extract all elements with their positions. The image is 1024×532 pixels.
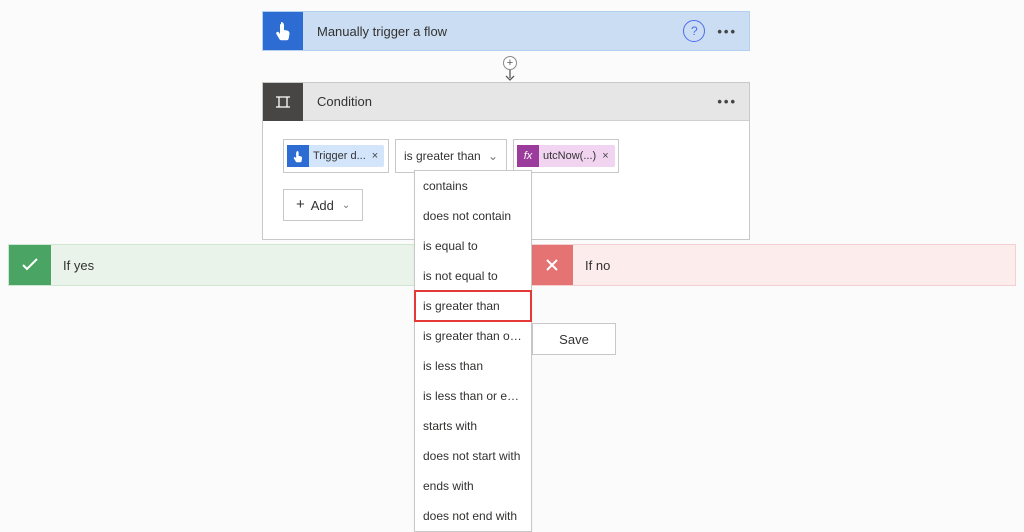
remove-token-icon[interactable]: × [600, 150, 608, 162]
operator-option[interactable]: is less than or equal to [415, 381, 531, 411]
remove-token-icon[interactable]: × [370, 150, 378, 162]
token-trigger-date[interactable]: Trigger d... × [287, 145, 384, 167]
operator-option[interactable]: is greater than or equal to [415, 321, 531, 351]
operator-option[interactable]: starts with [415, 411, 531, 441]
chevron-down-icon: ⌄ [342, 200, 350, 211]
save-button[interactable]: Save [532, 323, 616, 355]
add-condition-button[interactable]: + Add ⌄ [283, 189, 363, 221]
branch-no-label: If no [585, 258, 610, 273]
operator-option[interactable]: ends with [415, 471, 531, 501]
operator-dropdown-list[interactable]: containsdoes not containis equal tois no… [414, 170, 532, 532]
check-icon [9, 245, 51, 285]
condition-header[interactable]: Condition ••• [263, 83, 749, 121]
condition-operator-select[interactable]: is greater than ⌄ [395, 139, 507, 173]
condition-icon [263, 83, 303, 121]
token-utcnow[interactable]: fx utcNow(...) × [517, 145, 615, 167]
operator-option[interactable]: is equal to [415, 231, 531, 261]
add-step-icon[interactable]: + [503, 56, 517, 70]
add-button-label: Add [311, 198, 334, 213]
fx-icon: fx [517, 145, 539, 167]
operator-selected-label: is greater than [404, 149, 481, 163]
cross-icon [531, 245, 573, 285]
save-button-label: Save [559, 332, 589, 347]
touch-icon [287, 145, 309, 167]
chevron-down-icon: ⌄ [488, 149, 498, 163]
more-menu-icon[interactable]: ••• [717, 24, 737, 39]
condition-more-icon[interactable]: ••• [717, 94, 737, 109]
operator-option[interactable]: is greater than [415, 291, 531, 321]
trigger-title: Manually trigger a flow [317, 24, 683, 39]
condition-title: Condition [317, 94, 717, 109]
operator-option[interactable]: does not end with [415, 501, 531, 531]
operator-option[interactable]: does not contain [415, 201, 531, 231]
condition-left-value[interactable]: Trigger d... × [283, 139, 389, 173]
token-label: utcNow(...) [539, 150, 600, 162]
operator-option[interactable]: is not equal to [415, 261, 531, 291]
help-icon[interactable]: ? [683, 20, 705, 42]
operator-option[interactable]: does not start with [415, 441, 531, 471]
arrow-down-icon [505, 70, 515, 82]
trigger-card[interactable]: Manually trigger a flow ? ••• [262, 11, 750, 51]
branch-yes-label: If yes [63, 258, 94, 273]
condition-right-value[interactable]: fx utcNow(...) × [513, 139, 619, 173]
operator-option[interactable]: is less than [415, 351, 531, 381]
operator-option[interactable]: contains [415, 171, 531, 201]
branch-if-no[interactable]: If no [530, 244, 1016, 286]
touch-icon [263, 12, 303, 50]
token-label: Trigger d... [309, 150, 370, 162]
